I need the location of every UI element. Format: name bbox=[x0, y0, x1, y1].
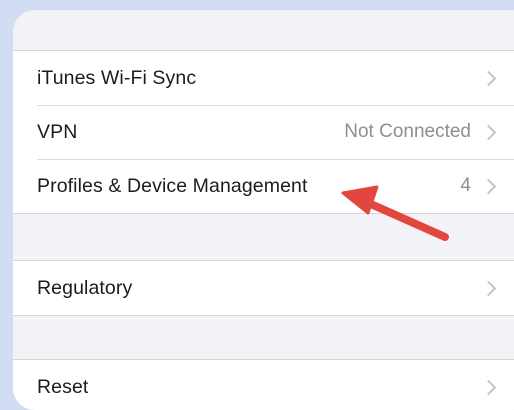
chevron-right-icon bbox=[480, 379, 497, 395]
settings-row-reset[interactable]: Reset bbox=[13, 360, 514, 410]
settings-row-itunes-wifi-sync[interactable]: iTunes Wi-Fi Sync bbox=[13, 51, 514, 105]
vpn-status-value: Not Connected bbox=[344, 121, 471, 142]
row-label: Regulatory bbox=[37, 276, 133, 299]
settings-row-vpn[interactable]: VPN Not Connected bbox=[13, 105, 514, 159]
chevron-right-icon bbox=[480, 124, 497, 140]
settings-panel: iTunes Wi-Fi Sync VPN Not Connected Prof… bbox=[13, 10, 514, 410]
profiles-count-value: 4 bbox=[460, 175, 471, 196]
row-label: VPN bbox=[37, 120, 78, 143]
chevron-right-icon bbox=[480, 280, 497, 296]
settings-group-general: iTunes Wi-Fi Sync VPN Not Connected Prof… bbox=[13, 50, 514, 214]
row-label: Profiles & Device Management bbox=[37, 174, 308, 197]
chevron-right-icon bbox=[480, 70, 497, 86]
chevron-right-icon bbox=[480, 178, 497, 194]
row-label: iTunes Wi-Fi Sync bbox=[37, 66, 197, 89]
settings-row-regulatory[interactable]: Regulatory bbox=[13, 261, 514, 315]
settings-group-regulatory: Regulatory bbox=[13, 260, 514, 316]
row-label: Reset bbox=[37, 375, 89, 398]
settings-row-profiles-device-management[interactable]: Profiles & Device Management 4 bbox=[13, 159, 514, 213]
settings-group-reset: Reset bbox=[13, 359, 514, 410]
